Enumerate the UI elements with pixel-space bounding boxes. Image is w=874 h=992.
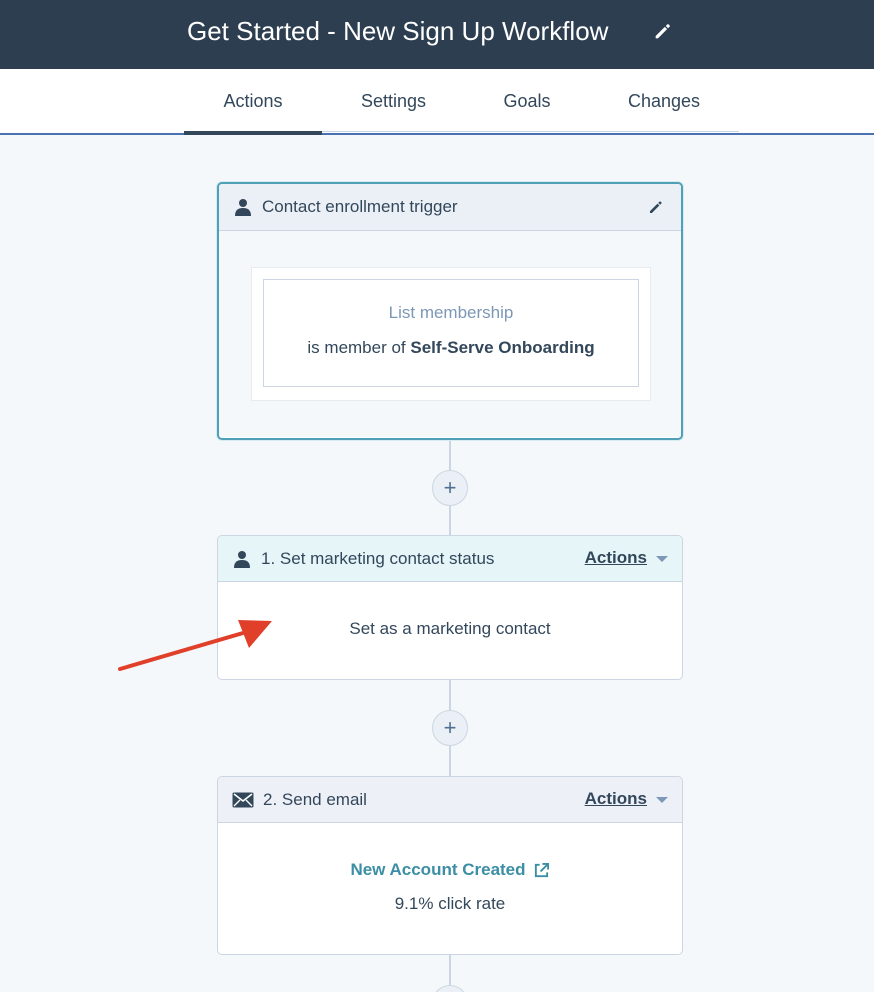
workflow-title: Get Started - New Sign Up Workflow (187, 16, 609, 46)
filter-condition: is member of Self-Serve Onboarding (264, 338, 638, 358)
trigger-body: List membership is member of Self-Serve … (219, 231, 681, 437)
step-card-set-marketing-status[interactable]: 1. Set marketing contact status Actions … (217, 535, 683, 680)
filter-type: List membership (388, 303, 514, 322)
pencil-icon[interactable] (652, 20, 674, 42)
email-link-row: New Account Created (218, 860, 682, 880)
filter-card[interactable]: List membership is member of Self-Serve … (263, 279, 639, 387)
trigger-header: Contact enrollment trigger (219, 184, 681, 231)
step-description: Set as a marketing contact (349, 619, 551, 638)
external-link-icon (534, 862, 549, 877)
tab-settings[interactable]: Settings (342, 69, 445, 133)
step-header: 1. Set marketing contact status Actions (218, 536, 682, 582)
caret-down-icon (656, 797, 668, 803)
filter-group: List membership is member of Self-Serve … (251, 267, 651, 401)
add-action-button[interactable]: + (432, 470, 468, 506)
enrollment-trigger-card[interactable]: Contact enrollment trigger List membersh… (217, 182, 683, 440)
tab-actions[interactable]: Actions (184, 69, 322, 135)
tab-goals[interactable]: Goals (482, 69, 572, 133)
tab-divider (322, 131, 739, 132)
pencil-icon[interactable] (647, 198, 665, 216)
add-action-button[interactable]: + (432, 710, 468, 746)
contact-icon (234, 550, 250, 568)
email-name: New Account Created (350, 860, 526, 879)
email-name-link[interactable]: New Account Created (350, 860, 549, 880)
actions-dropdown[interactable]: Actions (585, 548, 668, 568)
email-icon (232, 792, 254, 807)
step-card-send-email[interactable]: 2. Send email Actions New Account Create… (217, 776, 683, 955)
tab-bar: Actions Settings Goals Changes (0, 69, 874, 135)
contact-icon (235, 199, 251, 216)
filter-list-name: Self-Serve Onboarding (410, 338, 595, 357)
trigger-title: Contact enrollment trigger (262, 197, 458, 216)
annotation-arrow-icon (118, 620, 272, 671)
actions-label: Actions (584, 548, 647, 567)
filter-operator: is member of (307, 338, 406, 357)
actions-label: Actions (584, 789, 647, 808)
actions-dropdown[interactable]: Actions (585, 789, 668, 809)
add-action-button[interactable]: + (432, 985, 468, 992)
caret-down-icon (656, 556, 668, 562)
step-header: 2. Send email Actions (218, 777, 682, 823)
step-title: 1. Set marketing contact status (261, 548, 495, 568)
step-title: 2. Send email (263, 789, 367, 809)
workflow-header: Get Started - New Sign Up Workflow (0, 0, 874, 69)
email-click-rate: 9.1% click rate (394, 894, 506, 913)
tab-changes[interactable]: Changes (610, 69, 718, 133)
